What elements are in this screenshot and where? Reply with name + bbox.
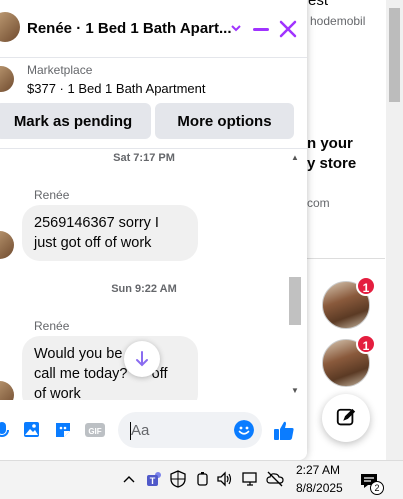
chevron-down-icon[interactable]: [230, 22, 242, 34]
chat-scrollbar-thumb[interactable]: [289, 277, 301, 325]
message-text-line: Would you be to: [34, 346, 159, 362]
emoji-icon[interactable]: [234, 420, 254, 440]
network-icon[interactable]: [241, 470, 259, 488]
background-promo-line-1: n your: [307, 135, 353, 152]
scroll-down-arrow-icon[interactable]: ▼: [291, 386, 299, 395]
message-bubble[interactable]: Would you be to call me today? off of wo…: [22, 336, 198, 400]
battery-saver-icon[interactable]: [196, 470, 210, 488]
thumbs-up-icon[interactable]: [273, 420, 295, 442]
background-divider: [305, 258, 385, 259]
chat-header[interactable]: Renée · 1 Bed 1 Bath Apart...: [0, 0, 307, 58]
message-timestamp: Sat 7:17 PM: [113, 152, 175, 164]
security-shield-icon[interactable]: [170, 470, 186, 488]
photo-icon[interactable]: [21, 420, 41, 440]
mark-as-pending-button[interactable]: Mark as pending: [0, 103, 151, 139]
contact-avatar[interactable]: [0, 12, 20, 42]
listing-title[interactable]: $377 · 1 Bed 1 Bath Apartment: [27, 81, 206, 96]
message-bubble[interactable]: 2569146367 sorry I just got off of work: [22, 205, 198, 261]
chat-title[interactable]: Renée · 1 Bed 1 Bath Apart...: [27, 20, 232, 37]
message-sender: Renée: [34, 319, 70, 333]
new-message-button[interactable]: [322, 394, 370, 442]
svg-text:GIF: GIF: [88, 427, 101, 436]
sticker-icon[interactable]: [53, 420, 73, 440]
listing-thumbnail[interactable]: [0, 66, 14, 92]
message-list[interactable]: Sat 7:17 PM Renée 2569146367 sorry I jus…: [0, 149, 307, 400]
microphone-icon[interactable]: [0, 420, 14, 440]
message-timestamp: Sun 9:22 AM: [111, 283, 177, 295]
messenger-chat-window: Renée · 1 Bed 1 Bath Apart... Marketplac…: [0, 0, 307, 460]
close-icon[interactable]: [279, 19, 297, 39]
chevron-up-icon[interactable]: [122, 470, 136, 488]
svg-text:T: T: [150, 476, 156, 486]
volume-icon[interactable]: [216, 470, 234, 488]
onedrive-offline-icon[interactable]: [266, 470, 284, 488]
background-domain: com: [307, 196, 330, 210]
chat-scrollbar[interactable]: [288, 149, 302, 400]
unread-badge: 1: [356, 334, 376, 354]
taskbar-clock-time[interactable]: 2:27 AM: [296, 463, 340, 477]
minimize-button[interactable]: [252, 18, 270, 38]
message-text-line: of work: [34, 386, 81, 400]
background-subtext: hodemobil: [310, 14, 366, 28]
more-options-button[interactable]: More options: [155, 103, 294, 139]
background-promo-line-2: y store: [307, 155, 357, 172]
unread-badge: 1: [356, 276, 376, 296]
arrow-down-icon: [136, 351, 148, 367]
message-sender: Renée: [34, 188, 70, 202]
scroll-up-arrow-icon[interactable]: ▲: [291, 153, 299, 162]
notification-count-badge: 2: [370, 481, 384, 495]
scroll-to-bottom-button[interactable]: [124, 341, 160, 377]
gif-icon[interactable]: GIF: [84, 420, 106, 440]
sender-avatar[interactable]: [0, 231, 14, 259]
page-scrollbar-thumb[interactable]: [389, 8, 400, 102]
message-input-placeholder: Aa: [131, 422, 150, 439]
sender-avatar[interactable]: [0, 381, 14, 400]
compose-icon: [336, 408, 356, 426]
taskbar-clock-date[interactable]: 8/8/2025: [296, 481, 343, 495]
teams-icon[interactable]: T: [145, 470, 163, 488]
message-text-line: 2569146367 sorry I: [34, 215, 159, 231]
message-text-line: just got off of work: [34, 235, 152, 251]
message-text-line: call me today? off: [34, 366, 168, 382]
marketplace-label: Marketplace: [27, 63, 93, 77]
